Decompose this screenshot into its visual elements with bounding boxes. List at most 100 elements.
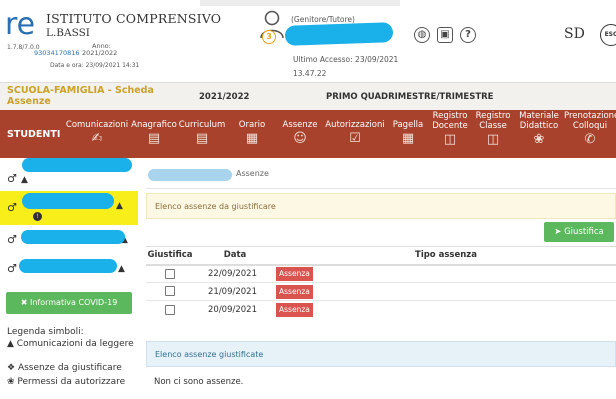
alert-dot-icon: ! bbox=[33, 212, 42, 221]
report-card-icon: ▦ bbox=[401, 131, 415, 146]
school-year-value: 2021/2022 bbox=[82, 49, 118, 57]
absences-table: Giustifica Data Tipo assenza 22/09/2021 … bbox=[146, 246, 616, 319]
legend-text: Assenze da giustificare bbox=[17, 363, 122, 373]
menu-item-prenotazione-colloqui[interactable]: Prenotazione Colloqui ✆ bbox=[564, 110, 616, 158]
divider bbox=[146, 188, 616, 189]
menu-item-label: Orario bbox=[238, 120, 266, 130]
main-menu: STUDENTI Comunicazioni ✍ Anagrafico ▤ Cu… bbox=[0, 110, 616, 158]
menu-studenti[interactable]: STUDENTI bbox=[7, 129, 60, 140]
document-list-icon: ▤ bbox=[195, 131, 209, 146]
menu-item-orario[interactable]: Orario ▦ bbox=[226, 110, 278, 158]
menu-item-label: Comunicazioni bbox=[65, 120, 129, 130]
page-title: SCUOLA-FAMIGLIA - Scheda Assenze bbox=[7, 85, 154, 107]
absence-type-badge: Assenza bbox=[276, 266, 313, 281]
menu-item-anagrafico[interactable]: Anagrafico ▤ bbox=[130, 110, 178, 158]
paw-icon: ❀ bbox=[7, 377, 18, 387]
menu-item-label: Materiale Didattico bbox=[519, 111, 559, 131]
hand-pen-icon: ✍ bbox=[91, 131, 103, 146]
menu-item-label: Registro Classe bbox=[475, 111, 511, 131]
school-period: PRIMO QUADRIMESTRE/TRIMESTRE bbox=[326, 92, 494, 102]
justify-checkbox[interactable] bbox=[165, 304, 175, 315]
to-justify-title: Elenco assenze da giustificare bbox=[155, 202, 276, 211]
student-item[interactable]: ♂ ▲ bbox=[0, 256, 138, 290]
male-icon: ♂ bbox=[7, 233, 17, 246]
material-icon: ❀ bbox=[533, 132, 545, 147]
megaphone-icon: ▲ bbox=[21, 175, 28, 185]
male-icon: ♂ bbox=[7, 172, 17, 185]
legend-item: ❀ Permessi da autorizzare bbox=[7, 377, 137, 387]
legend-text: Permessi da autorizzare bbox=[17, 377, 126, 387]
justify-checkbox[interactable] bbox=[165, 286, 175, 297]
menu-item-registro-docente[interactable]: Registro Docente ◫ bbox=[428, 110, 472, 158]
absence-date: 21/09/2021 bbox=[194, 282, 276, 301]
menu-item-curriculum[interactable]: Curriculum ▤ bbox=[178, 110, 226, 158]
justified-panel: Elenco assenze giustificate bbox=[146, 341, 616, 367]
lock-icon[interactable]: ▣ bbox=[437, 27, 453, 43]
brand-logo: SD bbox=[564, 26, 585, 42]
table-row: 22/09/2021 Assenza bbox=[146, 264, 616, 283]
chat-icon: ✆ bbox=[584, 132, 596, 147]
menu-item-materiale-didattico[interactable]: Materiale Didattico ❀ bbox=[514, 110, 564, 158]
menu-item-label: Autorizzazioni bbox=[325, 120, 385, 130]
menu-item-assenze[interactable]: Assenze ☺ bbox=[278, 110, 322, 158]
megaphone-icon: ▲ bbox=[116, 201, 123, 211]
school-city: L.BASSI bbox=[46, 27, 90, 39]
justify-button-label: Giustifica bbox=[564, 227, 604, 237]
absence-type-badge: Assenza bbox=[276, 284, 313, 299]
table-header-row: Giustifica Data Tipo assenza bbox=[146, 246, 616, 266]
legend-text: Comunicazioni da leggere bbox=[16, 339, 134, 349]
table-row: 21/09/2021 Assenza bbox=[146, 282, 616, 301]
absence-type-badge: Assenza bbox=[276, 302, 313, 317]
last-access-date: Ultimo Accesso: 23/09/2021 bbox=[293, 55, 399, 64]
school-name: ISTITUTO COMPRENSIVO bbox=[46, 11, 222, 26]
justify-checkbox[interactable] bbox=[165, 268, 175, 279]
table-row: 20/09/2021 Assenza bbox=[146, 300, 616, 319]
main-content: Assenze Elenco assenze da giustificare ➤… bbox=[140, 158, 616, 399]
legend-title: Legenda simboli: bbox=[7, 327, 84, 337]
student-sidebar: ♂ ▲ ♂ ▲ ! ♂ ▲ ♂ ▲ ✖ Informativa COVID-19… bbox=[0, 158, 138, 399]
col-data: Data bbox=[194, 246, 276, 266]
bulb-icon[interactable]: ◍ bbox=[414, 27, 430, 43]
help-icon[interactable]: ? bbox=[460, 27, 476, 43]
student-item[interactable]: ♂ ▲ bbox=[0, 158, 138, 192]
menu-item-label: Registro Docente bbox=[432, 111, 468, 131]
absence-date: 20/09/2021 bbox=[194, 300, 276, 319]
user-role: (Genitore/Tutore) bbox=[291, 15, 355, 24]
justify-button[interactable]: ➤ Giustifica bbox=[544, 222, 614, 242]
justified-title: Elenco assenze giustificate bbox=[155, 350, 264, 359]
menu-item-pagella[interactable]: Pagella ▦ bbox=[388, 110, 428, 158]
page-header: re ISTITUTO COMPRENSIVO L.BASSI 1.7.8/7.… bbox=[0, 0, 616, 82]
redacted-student-name bbox=[21, 230, 125, 244]
school-year: 2021/2022 bbox=[199, 92, 250, 102]
menu-item-comunicazioni[interactable]: Comunicazioni ✍ bbox=[64, 110, 130, 158]
current-datetime: Data e ora: 23/09/2021 14:31 bbox=[50, 62, 140, 69]
timetable-icon: ▦ bbox=[245, 131, 259, 146]
menu-item-label: Curriculum bbox=[178, 120, 226, 130]
notification-badge[interactable]: 3 bbox=[262, 30, 276, 44]
menu-item-label: Pagella bbox=[392, 120, 424, 130]
col-tipo-assenza: Tipo assenza bbox=[276, 246, 616, 266]
menu-item-registro-classe[interactable]: Registro Classe ◫ bbox=[472, 110, 514, 158]
school-code: 93034170816 bbox=[34, 49, 80, 57]
redacted-student-name bbox=[19, 259, 117, 273]
menu-item-autorizzazioni[interactable]: Autorizzazioni ☑ bbox=[322, 110, 388, 158]
book-icon: ◫ bbox=[443, 132, 457, 147]
face-icon: ☺ bbox=[293, 131, 307, 146]
covid-info-button[interactable]: ✖ Informativa COVID-19 bbox=[6, 292, 132, 314]
absence-date: 22/09/2021 bbox=[194, 264, 276, 283]
justify-icon: ➤ bbox=[554, 227, 565, 237]
exit-logo[interactable]: ESC bbox=[600, 24, 616, 46]
breadcrumb: Assenze bbox=[236, 169, 269, 178]
document-icon: ▤ bbox=[147, 131, 161, 146]
student-item[interactable]: ♂ ▲ bbox=[0, 225, 138, 259]
menu-item-label: Assenze bbox=[282, 120, 318, 130]
student-item-selected[interactable]: ♂ ▲ ! bbox=[0, 191, 138, 225]
legend-item: ▲ Comunicazioni da leggere bbox=[7, 339, 137, 349]
redacted-student-name bbox=[22, 158, 132, 172]
legend-item: ❖ Assenze da giustificare bbox=[7, 363, 137, 373]
menu-item-label: Prenotazione Colloqui bbox=[564, 111, 616, 131]
covid-button-label: Informativa COVID-19 bbox=[29, 298, 118, 307]
redacted-student-name bbox=[22, 193, 114, 209]
header-tab-strip bbox=[200, 0, 400, 6]
class-book-icon: ◫ bbox=[486, 132, 500, 147]
